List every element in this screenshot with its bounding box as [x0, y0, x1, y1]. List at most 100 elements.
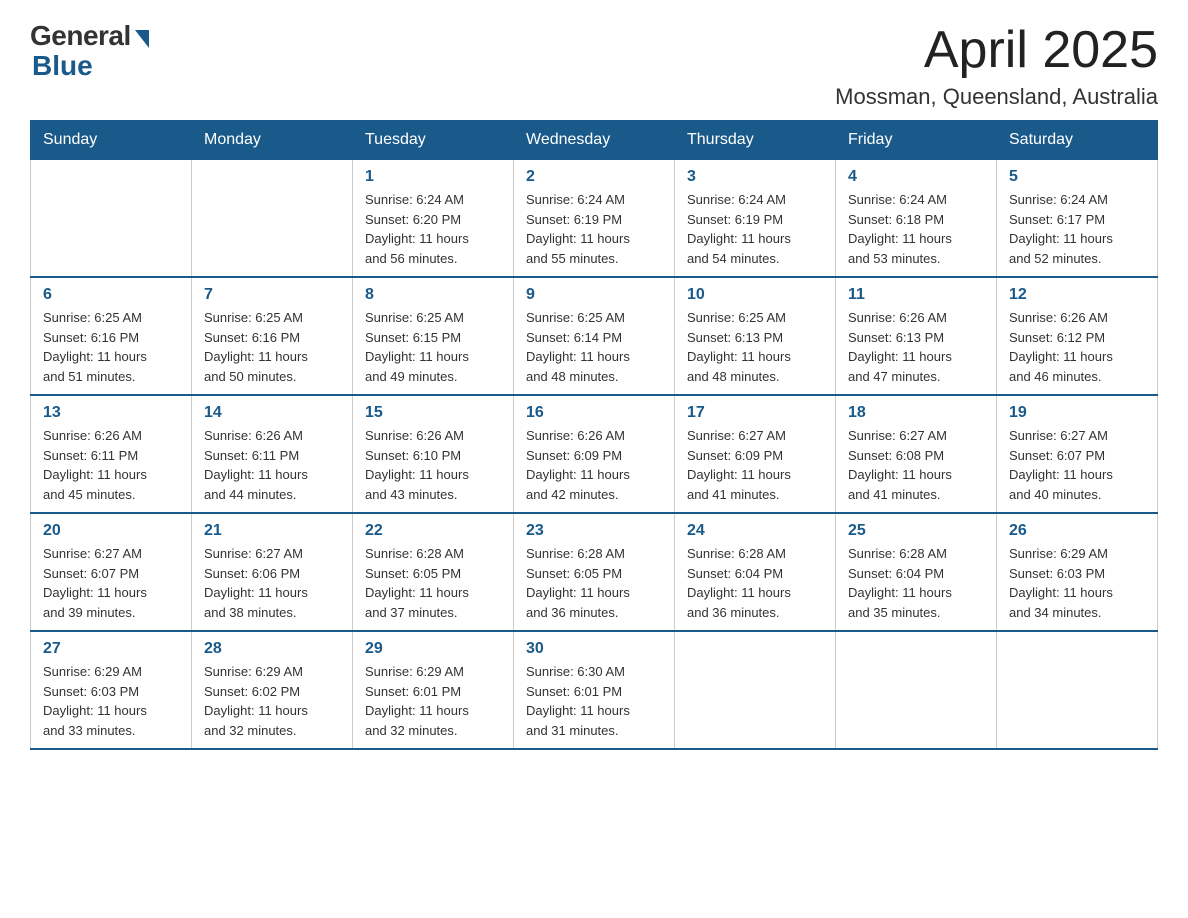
calendar-day-cell [31, 160, 192, 278]
calendar-day-header: Thursday [675, 121, 836, 160]
day-info: Sunrise: 6:29 AMSunset: 6:01 PMDaylight:… [365, 662, 501, 740]
calendar-day-cell: 22 Sunrise: 6:28 AMSunset: 6:05 PMDayligh… [353, 513, 514, 631]
page-header: General Blue April 2025 Mossman, Queensl… [30, 20, 1158, 110]
day-info: Sunrise: 6:25 AMSunset: 6:15 PMDaylight:… [365, 308, 501, 386]
calendar-day-header: Friday [836, 121, 997, 160]
day-info: Sunrise: 6:27 AMSunset: 6:06 PMDaylight:… [204, 544, 340, 622]
page-title: April 2025 [835, 20, 1158, 80]
day-number: 29 [365, 640, 501, 658]
day-number: 19 [1009, 404, 1145, 422]
day-info: Sunrise: 6:25 AMSunset: 6:14 PMDaylight:… [526, 308, 662, 386]
calendar-day-cell: 7 Sunrise: 6:25 AMSunset: 6:16 PMDaylight… [192, 277, 353, 395]
calendar-day-cell: 1 Sunrise: 6:24 AMSunset: 6:20 PMDaylight… [353, 160, 514, 278]
day-number: 23 [526, 522, 662, 540]
calendar-day-header: Saturday [997, 121, 1158, 160]
calendar-day-cell: 21 Sunrise: 6:27 AMSunset: 6:06 PMDayligh… [192, 513, 353, 631]
logo-blue-text: Blue [30, 50, 93, 81]
day-number: 16 [526, 404, 662, 422]
calendar-day-cell: 20 Sunrise: 6:27 AMSunset: 6:07 PMDayligh… [31, 513, 192, 631]
calendar-day-cell [997, 631, 1158, 749]
day-number: 25 [848, 522, 984, 540]
day-info: Sunrise: 6:28 AMSunset: 6:05 PMDaylight:… [365, 544, 501, 622]
day-number: 18 [848, 404, 984, 422]
day-info: Sunrise: 6:26 AMSunset: 6:12 PMDaylight:… [1009, 308, 1145, 386]
day-number: 30 [526, 640, 662, 658]
day-number: 12 [1009, 286, 1145, 304]
calendar-day-header: Tuesday [353, 121, 514, 160]
calendar-day-cell: 11Sunrise: 6:26 AMSunset: 6:13 PMDayligh… [836, 277, 997, 395]
day-info: Sunrise: 6:28 AMSunset: 6:05 PMDaylight:… [526, 544, 662, 622]
calendar-header-row: SundayMondayTuesdayWednesdayThursdayFrid… [31, 121, 1158, 160]
calendar-day-cell: 18 Sunrise: 6:27 AMSunset: 6:08 PMDayligh… [836, 395, 997, 513]
day-info: Sunrise: 6:24 AMSunset: 6:20 PMDaylight:… [365, 190, 501, 268]
calendar-day-header: Wednesday [514, 121, 675, 160]
calendar-day-header: Sunday [31, 121, 192, 160]
day-info: Sunrise: 6:27 AMSunset: 6:07 PMDaylight:… [43, 544, 179, 622]
calendar-week-row: 27 Sunrise: 6:29 AMSunset: 6:03 PMDayligh… [31, 631, 1158, 749]
calendar-day-cell: 29 Sunrise: 6:29 AMSunset: 6:01 PMDayligh… [353, 631, 514, 749]
calendar-day-cell: 25 Sunrise: 6:28 AMSunset: 6:04 PMDayligh… [836, 513, 997, 631]
logo-general-text: General [30, 20, 131, 52]
title-section: April 2025 Mossman, Queensland, Australi… [835, 20, 1158, 110]
day-info: Sunrise: 6:27 AMSunset: 6:07 PMDaylight:… [1009, 426, 1145, 504]
logo-arrow-icon [135, 30, 149, 48]
day-number: 6 [43, 286, 179, 304]
day-info: Sunrise: 6:24 AMSunset: 6:19 PMDaylight:… [526, 190, 662, 268]
day-info: Sunrise: 6:25 AMSunset: 6:13 PMDaylight:… [687, 308, 823, 386]
day-number: 14 [204, 404, 340, 422]
calendar-day-cell: 4 Sunrise: 6:24 AMSunset: 6:18 PMDaylight… [836, 160, 997, 278]
logo: General Blue [30, 20, 149, 82]
day-number: 22 [365, 522, 501, 540]
calendar-week-row: 6 Sunrise: 6:25 AMSunset: 6:16 PMDaylight… [31, 277, 1158, 395]
calendar-day-cell: 13Sunrise: 6:26 AMSunset: 6:11 PMDayligh… [31, 395, 192, 513]
calendar-day-cell [192, 160, 353, 278]
day-info: Sunrise: 6:29 AMSunset: 6:03 PMDaylight:… [1009, 544, 1145, 622]
calendar-day-cell: 12 Sunrise: 6:26 AMSunset: 6:12 PMDayligh… [997, 277, 1158, 395]
day-number: 4 [848, 168, 984, 186]
calendar-day-cell: 5Sunrise: 6:24 AMSunset: 6:17 PMDaylight… [997, 160, 1158, 278]
calendar-day-cell: 30Sunrise: 6:30 AMSunset: 6:01 PMDayligh… [514, 631, 675, 749]
calendar-day-cell: 16 Sunrise: 6:26 AMSunset: 6:09 PMDayligh… [514, 395, 675, 513]
day-number: 2 [526, 168, 662, 186]
calendar-day-cell: 15Sunrise: 6:26 AMSunset: 6:10 PMDayligh… [353, 395, 514, 513]
day-number: 26 [1009, 522, 1145, 540]
calendar-day-cell: 2 Sunrise: 6:24 AMSunset: 6:19 PMDaylight… [514, 160, 675, 278]
calendar-week-row: 20 Sunrise: 6:27 AMSunset: 6:07 PMDayligh… [31, 513, 1158, 631]
day-info: Sunrise: 6:26 AMSunset: 6:11 PMDaylight:… [204, 426, 340, 504]
day-number: 8 [365, 286, 501, 304]
day-number: 24 [687, 522, 823, 540]
calendar-week-row: 13 Sunrise: 6:26 AMSunset: 6:11 PMDayligh… [31, 395, 1158, 513]
day-info: Sunrise: 6:27 AMSunset: 6:09 PMDaylight:… [687, 426, 823, 504]
day-info: Sunrise: 6:28 AMSunset: 6:04 PMDaylight:… [848, 544, 984, 622]
day-number: 21 [204, 522, 340, 540]
day-info: Sunrise: 6:29 AMSunset: 6:03 PMDaylight:… [43, 662, 179, 740]
calendar-table: SundayMondayTuesdayWednesdayThursdayFrid… [30, 120, 1158, 750]
day-info: Sunrise: 6:25 AMSunset: 6:16 PMDaylight:… [43, 308, 179, 386]
calendar-day-cell: 10 Sunrise: 6:25 AMSunset: 6:13 PMDayligh… [675, 277, 836, 395]
calendar-day-cell: 6 Sunrise: 6:25 AMSunset: 6:16 PMDaylight… [31, 277, 192, 395]
day-info: Sunrise: 6:25 AMSunset: 6:16 PMDaylight:… [204, 308, 340, 386]
calendar-day-cell: 27 Sunrise: 6:29 AMSunset: 6:03 PMDayligh… [31, 631, 192, 749]
day-number: 28 [204, 640, 340, 658]
day-number: 27 [43, 640, 179, 658]
day-number: 1 [365, 168, 501, 186]
day-number: 20 [43, 522, 179, 540]
day-number: 10 [687, 286, 823, 304]
day-info: Sunrise: 6:26 AMSunset: 6:10 PMDaylight:… [365, 426, 501, 504]
day-number: 7 [204, 286, 340, 304]
day-info: Sunrise: 6:29 AMSunset: 6:02 PMDaylight:… [204, 662, 340, 740]
day-number: 5 [1009, 168, 1145, 186]
day-info: Sunrise: 6:27 AMSunset: 6:08 PMDaylight:… [848, 426, 984, 504]
day-info: Sunrise: 6:24 AMSunset: 6:18 PMDaylight:… [848, 190, 984, 268]
day-info: Sunrise: 6:26 AMSunset: 6:13 PMDaylight:… [848, 308, 984, 386]
calendar-day-cell: 26 Sunrise: 6:29 AMSunset: 6:03 PMDayligh… [997, 513, 1158, 631]
day-info: Sunrise: 6:26 AMSunset: 6:09 PMDaylight:… [526, 426, 662, 504]
day-info: Sunrise: 6:28 AMSunset: 6:04 PMDaylight:… [687, 544, 823, 622]
page-subtitle: Mossman, Queensland, Australia [835, 84, 1158, 110]
day-number: 9 [526, 286, 662, 304]
calendar-day-cell: 28 Sunrise: 6:29 AMSunset: 6:02 PMDayligh… [192, 631, 353, 749]
day-info: Sunrise: 6:24 AMSunset: 6:19 PMDaylight:… [687, 190, 823, 268]
calendar-day-cell: 17Sunrise: 6:27 AMSunset: 6:09 PMDayligh… [675, 395, 836, 513]
calendar-day-cell: 23 Sunrise: 6:28 AMSunset: 6:05 PMDayligh… [514, 513, 675, 631]
day-number: 13 [43, 404, 179, 422]
